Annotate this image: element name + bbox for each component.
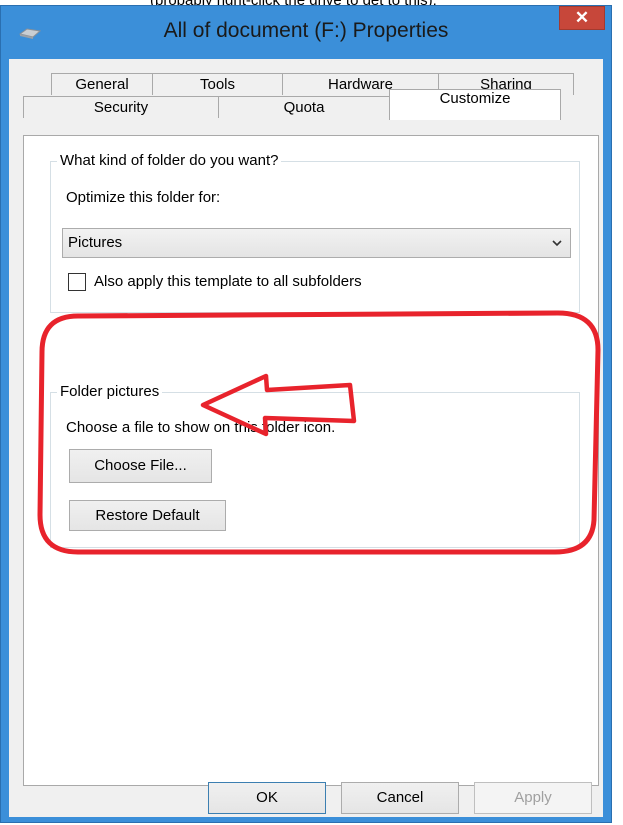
apply-button[interactable]: Apply [474,782,592,814]
title-bar[interactable]: All of document (F:) Properties ✕ [1,6,611,58]
tab-row-bottom: Security Quota Customize [23,89,561,120]
apply-subfolders-checkbox[interactable] [68,273,86,291]
folder-type-group-label: What kind of folder do you want? [57,152,282,169]
window-title: All of document (F:) Properties [163,19,449,42]
optimize-select-value: Pictures [68,234,123,251]
choose-file-button[interactable]: Choose File... [69,449,212,483]
tab-general[interactable]: General [51,73,153,95]
ok-button[interactable]: OK [208,782,326,814]
cancel-button[interactable]: Cancel [341,782,459,814]
optimize-label: Optimize this folder for: [66,189,221,206]
folder-type-group: What kind of folder do you want? Optimiz… [50,152,580,313]
folder-pictures-description: Choose a file to show on this folder ico… [66,419,336,436]
close-button[interactable]: ✕ [559,6,605,30]
close-icon: ✕ [574,8,590,27]
folder-pictures-group-label: Folder pictures [57,383,163,400]
customize-panel: What kind of folder do you want? Optimiz… [23,135,599,786]
apply-subfolders-label: Also apply this template to all subfolde… [94,273,362,290]
optimize-select[interactable]: Pictures [62,228,571,258]
tab-customize[interactable]: Customize [389,89,561,120]
tab-tools[interactable]: Tools [152,73,283,95]
dialog-client-area: General Tools Hardware Sharing Security … [9,59,603,817]
tab-quota[interactable]: Quota [218,96,390,118]
chevron-down-icon [552,240,562,247]
folder-pictures-group: Folder pictures Choose a file to show on… [50,383,580,548]
properties-window: All of document (F:) Properties ✕ Genera… [0,5,612,823]
tab-security[interactable]: Security [23,96,219,118]
restore-default-button[interactable]: Restore Default [69,500,226,531]
